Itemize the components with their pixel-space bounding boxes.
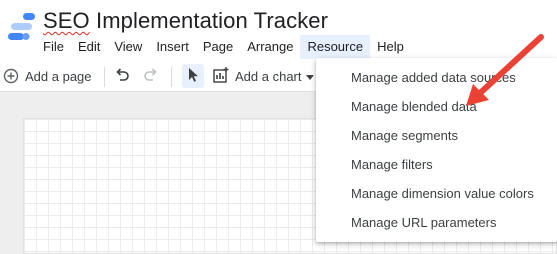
add-page-label: Add a page — [25, 68, 92, 84]
menu-file[interactable]: File — [36, 35, 71, 59]
data-studio-logo-icon — [6, 10, 36, 46]
add-page-button[interactable]: Add a page — [3, 62, 92, 90]
menu-view[interactable]: View — [107, 35, 149, 59]
add-page-icon — [3, 68, 19, 84]
report-title-rest: Implementation Tracker — [89, 8, 329, 33]
menu-item-manage-data-sources[interactable]: Manage added data sources — [351, 70, 516, 85]
add-chart-label: Add a chart — [235, 68, 302, 84]
menu-page[interactable]: Page — [196, 35, 240, 59]
menu-item-manage-segments[interactable]: Manage segments — [351, 128, 458, 143]
menu-item-manage-dimension-value-colors[interactable]: Manage dimension value colors — [351, 186, 534, 201]
menu-item-manage-filters[interactable]: Manage filters — [351, 157, 433, 172]
menu-help[interactable]: Help — [370, 35, 411, 59]
add-chart-icon — [212, 66, 230, 87]
report-title-word: SEO — [43, 8, 90, 33]
redo-icon — [142, 66, 160, 87]
add-chart-button[interactable]: Add a chart — [212, 62, 314, 90]
undo-icon — [113, 66, 131, 87]
toolbar-divider — [104, 67, 105, 87]
select-button[interactable] — [182, 64, 204, 88]
menu-insert[interactable]: Insert — [149, 35, 196, 59]
select-cursor-icon — [187, 67, 199, 86]
report-editor: SEO Implementation Tracker File Edit Vie… — [0, 0, 557, 254]
toolbar-divider — [171, 67, 172, 87]
chevron-down-icon — [305, 69, 314, 84]
report-title[interactable]: SEO Implementation Tracker — [43, 8, 328, 34]
menu-resource[interactable]: Resource — [300, 35, 371, 59]
menu-edit[interactable]: Edit — [71, 35, 107, 59]
menu-arrange[interactable]: Arrange — [240, 35, 300, 59]
redo-button[interactable] — [142, 62, 160, 90]
menubar: File Edit View Insert Page Arrange Resou… — [36, 35, 411, 59]
menu-item-manage-blended-data[interactable]: Manage blended data — [351, 99, 477, 114]
resource-menu: Manage added data sources Manage blended… — [316, 58, 557, 242]
undo-button[interactable] — [113, 62, 131, 90]
menu-item-manage-url-parameters[interactable]: Manage URL parameters — [351, 215, 496, 230]
